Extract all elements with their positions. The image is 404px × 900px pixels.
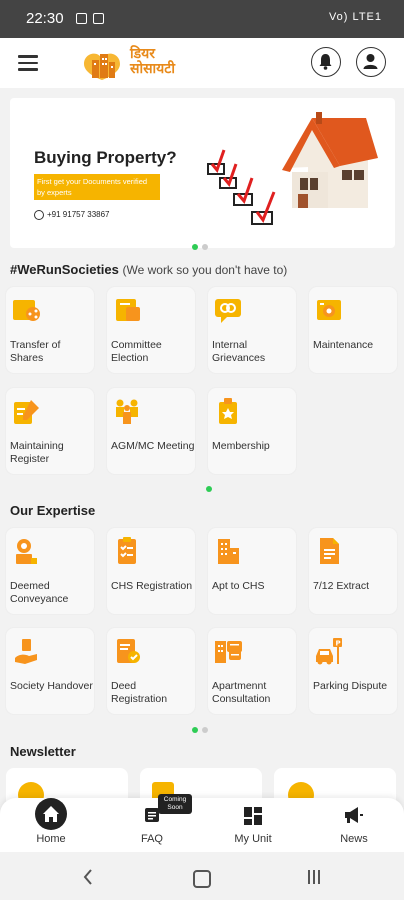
service-card-label: Internal Grievances	[212, 339, 266, 364]
expertise-card[interactable]: Apt to CHS	[208, 528, 296, 614]
service-card-label: Committee Election	[111, 339, 162, 364]
parking-icon: P	[314, 636, 344, 666]
service-card[interactable]: Transfer of Shares	[6, 287, 94, 373]
nav-home-label: Home	[36, 833, 66, 845]
grievance-icon	[213, 295, 243, 325]
expertise-card[interactable]: CHS Registration	[107, 528, 195, 614]
nav-news-label: News	[340, 833, 368, 845]
building-icon	[213, 536, 243, 566]
download-notification-icon	[93, 13, 104, 24]
pagination-dot-active[interactable]	[192, 727, 198, 733]
service-card[interactable]: Maintenance	[309, 287, 397, 373]
service-card-label: Membership	[212, 440, 270, 452]
expertise-card-label: Apartmennt Consultation	[212, 680, 271, 705]
menu-icon[interactable]	[18, 55, 38, 71]
service-card-label: AGM/MC Meeting	[111, 440, 195, 452]
home-system-icon[interactable]	[193, 870, 211, 888]
pagination-dot[interactable]	[196, 486, 202, 492]
nav-news[interactable]: News	[314, 798, 394, 852]
banner-subtitle: First get your Documents verified by exp…	[34, 174, 160, 200]
meeting-icon	[112, 396, 142, 426]
home-icon	[35, 798, 67, 830]
banner-phone-number: +91 91757 33867	[47, 210, 110, 220]
promo-banner[interactable]: Buying Property? First get your Document…	[10, 98, 395, 248]
bottom-navigation: Home FAQ My Unit News	[0, 798, 404, 852]
status-time: 22:30	[26, 10, 64, 27]
expertise-pagination	[190, 720, 210, 733]
pagination-dot-active[interactable]	[192, 244, 198, 250]
maintenance-icon	[314, 295, 344, 325]
user-icon	[363, 54, 378, 69]
consultation-icon	[213, 636, 243, 666]
deed-icon	[112, 636, 142, 666]
chs-registration-icon	[112, 536, 142, 566]
expertise-card-label: Society Handover	[10, 680, 93, 692]
banner-title: Buying Property?	[34, 148, 177, 167]
image-notification-icon	[76, 13, 87, 24]
system-navigation-bar	[0, 852, 404, 900]
status-bar: 22:30 Vo) LTE1	[0, 0, 404, 38]
services-subtitle: (We work so you don't have to)	[122, 263, 288, 277]
recents-icon[interactable]	[306, 869, 322, 885]
service-card-label: Maintaining Register	[10, 440, 64, 465]
expertise-card-label: Deemed Conveyance	[10, 580, 69, 605]
back-icon[interactable]	[82, 868, 94, 886]
expertise-card[interactable]: Deed Registration	[107, 628, 195, 714]
coming-soon-badge: Coming Soon	[158, 794, 192, 814]
service-card-label: Maintenance	[313, 339, 374, 351]
document-icon	[314, 536, 344, 566]
share-transfer-icon	[11, 295, 41, 325]
banner-pagination	[190, 237, 210, 250]
whatsapp-icon	[34, 210, 44, 220]
app-logo: डियर सोसायटी	[78, 46, 188, 82]
svg-text:P: P	[336, 640, 341, 648]
megaphone-icon	[345, 807, 363, 823]
expertise-card[interactable]: Deemed Conveyance	[6, 528, 94, 614]
expertise-section-title: Our Expertise	[10, 503, 96, 518]
services-section-title: #WeRunSocieties (We work so you don't ha…	[10, 262, 287, 277]
expertise-card-label: 7/12 Extract	[313, 580, 370, 592]
banner-phone: +91 91757 33867	[34, 210, 110, 220]
notifications-button[interactable]	[311, 47, 341, 77]
election-icon	[112, 295, 142, 325]
status-signal-text: Vo) LTE1	[328, 11, 382, 23]
logo-line-2: सोसायटी	[130, 61, 175, 77]
service-card[interactable]: Committee Election	[107, 287, 195, 373]
service-card[interactable]: Membership	[208, 388, 296, 474]
expertise-card[interactable]: P Parking Dispute	[309, 628, 397, 714]
logo-line-1: डियर	[130, 46, 155, 62]
service-card[interactable]: AGM/MC Meeting	[107, 388, 195, 474]
conveyance-icon	[11, 536, 41, 566]
expertise-card-label: CHS Registration	[111, 580, 193, 592]
expertise-card-label: Deed Registration	[111, 680, 168, 705]
services-title: #WeRunSocieties	[10, 262, 119, 277]
expertise-card[interactable]: 7/12 Extract	[309, 528, 397, 614]
unit-grid-icon	[244, 807, 262, 825]
pagination-dot-active[interactable]	[206, 486, 212, 492]
newsletter-section-title: Newsletter	[10, 744, 76, 759]
house-checklist-illustration	[207, 112, 378, 225]
nav-my-unit[interactable]: My Unit	[213, 798, 293, 852]
expertise-card[interactable]: Apartmennt Consultation	[208, 628, 296, 714]
services-pagination	[194, 479, 214, 492]
expertise-card-label: Parking Dispute	[313, 680, 388, 692]
logo-building-icon	[84, 53, 120, 80]
nav-home[interactable]: Home	[11, 798, 91, 852]
pagination-dot[interactable]	[202, 727, 208, 733]
handover-icon	[11, 636, 41, 666]
expertise-card-label: Apt to CHS	[212, 580, 265, 592]
service-card-label: Transfer of Shares	[10, 339, 61, 364]
bell-icon	[319, 54, 332, 70]
profile-button[interactable]	[356, 47, 386, 77]
service-card[interactable]: Maintaining Register	[6, 388, 94, 474]
register-icon	[11, 396, 41, 426]
app-bar: डियर सोसायटी	[0, 38, 404, 88]
nav-faq-label: FAQ	[140, 833, 163, 845]
expertise-card[interactable]: Society Handover	[6, 628, 94, 714]
service-card[interactable]: Internal Grievances	[208, 287, 296, 373]
logo-wordmark: डियर सोसायटी	[130, 47, 175, 77]
pagination-dot[interactable]	[202, 244, 208, 250]
membership-icon	[213, 396, 243, 426]
nav-my-unit-label: My Unit	[234, 833, 272, 845]
